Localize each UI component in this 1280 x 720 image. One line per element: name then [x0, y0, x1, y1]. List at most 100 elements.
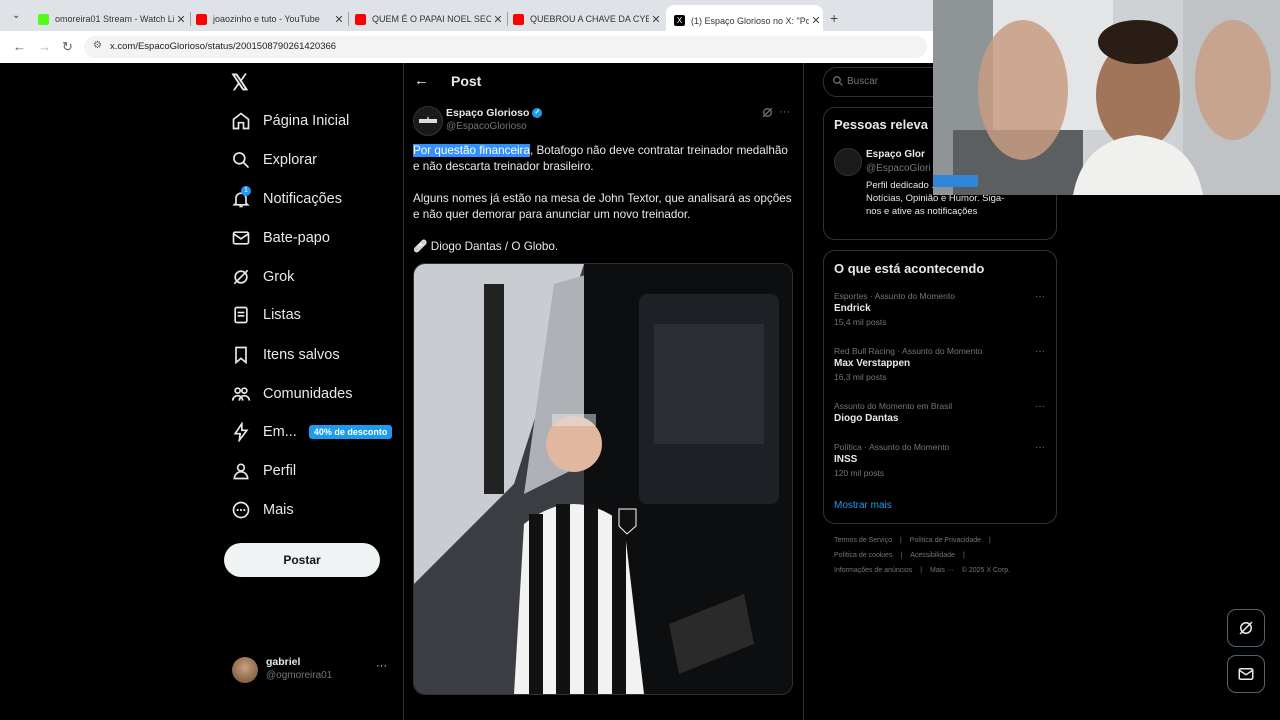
post-text: Por questão financeira, Botafogo não dev… [413, 143, 795, 271]
sidebar-item-communities[interactable]: Comunidades [230, 379, 352, 409]
sidebar-item-label: Explorar [263, 152, 317, 168]
url-text: x.com/EspacoGlorioso/status/200150879026… [110, 41, 337, 52]
account-switcher[interactable]: gabriel @ogmoreira01 ··· [230, 655, 392, 685]
new-tab-button[interactable]: + [830, 10, 838, 26]
trend-context: Política · Assunto do Momento [834, 442, 950, 452]
sidebar-item-label: Página Inicial [263, 113, 350, 129]
mail-icon [230, 227, 252, 249]
tab-youtube-3[interactable]: QUEBROU A CHAVE DA CYBERT ✕ [505, 6, 663, 32]
sidebar-item-more[interactable]: Mais [230, 495, 294, 525]
grok-icon [1239, 621, 1253, 635]
post-more-icon[interactable]: ··· [779, 106, 790, 118]
home-icon [230, 110, 252, 132]
trend-more-icon[interactable]: ··· [1035, 291, 1045, 302]
relevant-people-title: Pessoas releva [834, 117, 928, 132]
footer-sep: | [962, 552, 965, 559]
search-icon [832, 74, 844, 92]
grok-icon [230, 266, 252, 288]
sidebar-item-messages[interactable]: Bate-papo [230, 223, 330, 253]
tab-close-icon[interactable]: ✕ [649, 13, 663, 26]
show-more-link[interactable]: Mostrar mais [834, 500, 892, 511]
footer-sep: | [900, 552, 903, 559]
account-more-icon[interactable]: ··· [376, 660, 387, 672]
url-field[interactable]: ⚙ x.com/EspacoGlorioso/status/2001508790… [84, 36, 927, 58]
tab-kick-stream[interactable]: omoreira01 Stream - Watch Liv ✕ [30, 6, 188, 32]
person-icon [230, 460, 252, 482]
trend-item[interactable]: Política · Assunto do Momento INSS 120 m… [834, 442, 1049, 478]
author-name-text: Espaço Glorioso [446, 107, 530, 119]
tab-close-icon[interactable]: ✕ [491, 13, 505, 26]
bell-icon: 1 [230, 186, 252, 210]
messages-floating-button[interactable] [1227, 655, 1265, 693]
footer-sep: | [899, 537, 902, 544]
footer-link-accessibility[interactable]: Acessibilidade [910, 552, 955, 559]
trend-context: Red Bull Racing · Assunto do Momento [834, 346, 983, 356]
grok-floating-button[interactable] [1227, 609, 1265, 647]
site-settings-icon[interactable]: ⚙ [93, 40, 102, 51]
webcam-overlay [933, 0, 1280, 195]
relevant-name[interactable]: Espaço Glor [866, 149, 925, 160]
footer-link-ads-info[interactable]: Informações de anúncios [834, 567, 912, 574]
trend-item[interactable]: Esportes · Assunto do Momento Endrick 15… [834, 291, 1049, 327]
author-avatar[interactable] [413, 106, 443, 136]
trending-card: O que está acontecendo Esportes · Assunt… [823, 250, 1057, 524]
trend-more-icon[interactable]: ··· [1035, 346, 1045, 357]
browser-window: ⌄ omoreira01 Stream - Watch Liv ✕ joaozi… [0, 0, 933, 63]
tab-close-icon[interactable]: ✕ [174, 13, 188, 26]
sidebar-item-lists[interactable]: Listas [230, 300, 301, 330]
sidebar-item-label: Em... [263, 424, 297, 440]
x-logo-icon[interactable]: 𝕏 [231, 70, 249, 96]
footer-link-privacy[interactable]: Política de Privacidade [910, 537, 981, 544]
post-image[interactable] [413, 263, 793, 695]
sidebar-item-premium[interactable]: Em... 40% de desconto [230, 417, 393, 447]
grok-explain-icon[interactable] [761, 106, 774, 124]
relevant-avatar[interactable] [834, 148, 862, 176]
post-button[interactable]: Postar [224, 543, 380, 577]
author-handle[interactable]: @EspacoGlorioso [446, 121, 527, 132]
footer-link-cookies[interactable]: Política de cookies [834, 552, 892, 559]
account-name: gabriel [266, 656, 301, 668]
highlighted-text: Por questão financeira [413, 144, 530, 157]
espaco-glorioso-logo-icon [419, 116, 437, 123]
tab-list-chevron-icon[interactable]: ⌄ [12, 10, 20, 21]
tab-title: joaozinho e tuto - YouTube [213, 14, 320, 24]
reload-icon[interactable]: ↻ [62, 39, 73, 55]
trend-item[interactable]: Assunto do Momento em Brasil Diogo Danta… [834, 401, 1049, 424]
back-arrow-icon[interactable]: ← [414, 72, 429, 89]
trend-context: Assunto do Momento em Brasil [834, 401, 953, 411]
sidebar-item-home[interactable]: Página Inicial [230, 106, 349, 136]
sidebar-item-profile[interactable]: Perfil [230, 456, 296, 486]
kick-favicon-icon [38, 13, 49, 25]
sidebar-item-bookmarks[interactable]: Itens salvos [230, 340, 340, 370]
tab-youtube-1[interactable]: joaozinho e tuto - YouTube ✕ [188, 6, 346, 32]
tab-youtube-2[interactable]: QUEM É O PAPAI NOEL SECRET ✕ [347, 6, 505, 32]
trend-more-icon[interactable]: ··· [1035, 401, 1045, 412]
tab-close-icon[interactable]: ✕ [332, 13, 346, 26]
sidebar-item-label: Listas [263, 307, 301, 323]
trend-name: Endrick [834, 303, 871, 314]
trend-more-icon[interactable]: ··· [1035, 442, 1045, 453]
footer-link-more[interactable]: Mais ··· [930, 567, 954, 574]
search-placeholder: Buscar [847, 76, 879, 87]
verified-badge-icon: ✓ [532, 108, 543, 118]
trending-title: O que está acontecendo [834, 261, 985, 276]
forward-icon[interactable]: → [38, 39, 51, 54]
post-credit: 🩹 Diogo Dantas / O Globo. [413, 240, 559, 253]
sidebar-item-notifications[interactable]: 1 Notificações [230, 184, 342, 214]
bus-photo-graphic [414, 264, 792, 694]
author-name[interactable]: Espaço Glorioso ✓ [446, 107, 543, 119]
sidebar-item-grok[interactable]: Grok [230, 262, 294, 292]
footer-link-terms[interactable]: Termos de Serviço [834, 537, 892, 544]
sidebar-item-explore[interactable]: Explorar [230, 145, 317, 175]
footer-links: Termos de Serviço | Política de Privacid… [834, 537, 1064, 574]
trend-context: Esportes · Assunto do Momento [834, 291, 955, 301]
tab-title: (1) Espaço Glorioso no X: "Por q [691, 15, 809, 26]
back-icon[interactable]: ← [13, 39, 26, 54]
x-favicon-icon: X [674, 15, 685, 26]
communities-icon [230, 383, 252, 405]
tab-close-icon[interactable]: ✕ [809, 14, 823, 27]
footer-copyright: © 2025 X Corp. [961, 567, 1011, 574]
trend-item[interactable]: Red Bull Racing · Assunto do Momento Max… [834, 346, 1049, 382]
sidebar-item-label: Itens salvos [263, 347, 340, 363]
sidebar-item-label: Grok [263, 269, 295, 285]
